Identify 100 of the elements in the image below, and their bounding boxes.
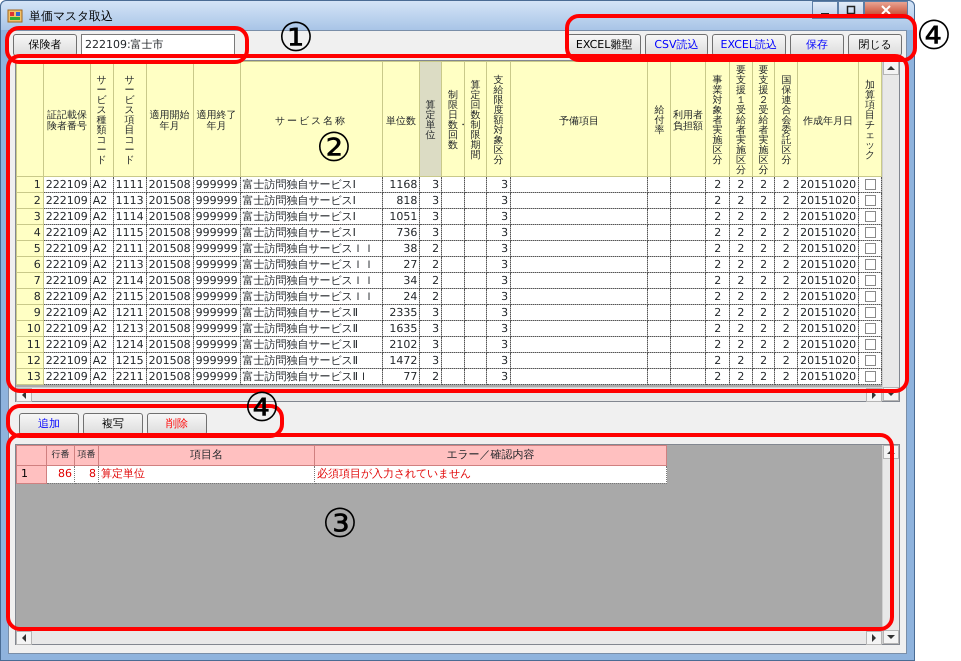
table-cell: 999999 <box>193 272 240 288</box>
checkbox[interactable] <box>864 274 876 286</box>
column-header[interactable]: エラー／確認内容 <box>314 446 666 466</box>
scroll-up-icon[interactable] <box>883 61 899 75</box>
table-cell: 20151020 <box>798 320 859 336</box>
toolbar-button[interactable]: 閉じる <box>848 34 902 56</box>
row-header-corner <box>16 446 46 466</box>
table-cell: 20151020 <box>798 176 859 192</box>
table-cell: 2 <box>730 288 752 304</box>
table-cell: 2 <box>774 192 798 208</box>
table-cell: 3 <box>486 336 511 352</box>
table-cell: 2 <box>774 224 798 240</box>
column-header[interactable]: 加算項目チェック <box>858 62 882 176</box>
table-cell: 3 <box>486 208 511 224</box>
insurer-button[interactable]: 保険者 <box>13 34 77 56</box>
scroll-left-icon[interactable] <box>16 631 32 645</box>
table-cell: 24 <box>382 288 420 304</box>
column-header[interactable]: サービス種類コード <box>90 62 114 176</box>
column-header[interactable]: 支給限度額対象区分 <box>486 62 511 176</box>
toolbar-button[interactable]: CSV読込 <box>645 34 708 56</box>
column-header[interactable]: 国保連合会委託区分 <box>774 62 798 176</box>
table-cell: 富士訪問独自サービスⅡ <box>240 320 382 336</box>
column-header[interactable]: 事業対象者実施区分 <box>706 62 730 176</box>
checkbox[interactable] <box>864 370 876 382</box>
table-cell: 1168 <box>382 176 420 192</box>
table-cell: 2111 <box>113 240 146 256</box>
column-header[interactable]: 作成年月日 <box>798 62 859 176</box>
table-cell: 1111 <box>113 176 146 192</box>
table-cell: 20151020 <box>798 272 859 288</box>
scroll-down-icon[interactable] <box>883 630 899 644</box>
table-cell: A2 <box>90 336 114 352</box>
table-cell: 222109 <box>43 288 90 304</box>
table-cell: 富士訪問独自サービスⅡ <box>240 336 382 352</box>
checkbox[interactable] <box>864 322 876 334</box>
row-action-button[interactable]: 追加 <box>19 413 79 435</box>
row-number: 8 <box>16 288 44 304</box>
table-cell: 201508 <box>146 304 194 320</box>
toolbar-button[interactable]: EXCEL読込 <box>712 34 786 56</box>
table-cell: 2 <box>706 320 730 336</box>
table-cell: A2 <box>90 352 114 368</box>
table-cell: 2 <box>706 304 730 320</box>
row-action-button[interactable]: 複写 <box>83 413 143 435</box>
table-cell: 2 <box>752 368 775 384</box>
table-cell: 3 <box>486 256 511 272</box>
table-cell: 999999 <box>193 352 240 368</box>
column-header[interactable]: 項目名 <box>98 446 314 466</box>
column-header[interactable]: 算定単位 <box>420 62 442 176</box>
column-header[interactable]: サービス項目コード <box>113 62 146 176</box>
horizontal-scrollbar[interactable] <box>16 630 882 644</box>
table-cell: 3 <box>420 224 442 240</box>
row-number: 1 <box>16 176 44 192</box>
column-header[interactable]: 証記載保険者番号 <box>43 62 90 176</box>
scroll-right-icon[interactable] <box>866 631 882 645</box>
table-cell: 2 <box>730 336 752 352</box>
table-cell: 2 <box>706 176 730 192</box>
table-cell: 2 <box>774 176 798 192</box>
table-cell: 2 <box>730 192 752 208</box>
column-header[interactable]: 要支援２受給者実施区分 <box>752 62 775 176</box>
table-cell: 富士訪問独自サービスⅠ <box>240 208 382 224</box>
table-cell: 2 <box>752 336 775 352</box>
checkbox[interactable] <box>864 242 876 254</box>
checkbox[interactable] <box>864 226 876 238</box>
checkbox[interactable] <box>864 258 876 270</box>
column-header[interactable]: 給付率 <box>648 62 671 176</box>
vertical-scrollbar[interactable] <box>882 61 899 401</box>
toolbar-button[interactable]: 保存 <box>790 34 844 56</box>
table-cell: 富士訪問独自サービスⅡ <box>240 304 382 320</box>
checkbox[interactable] <box>864 290 876 302</box>
table-cell: 222109 <box>43 240 90 256</box>
table-cell: 2 <box>730 272 752 288</box>
column-header[interactable]: 項番 <box>74 446 98 466</box>
table-cell: 3 <box>486 368 511 384</box>
row-number: 2 <box>16 192 44 208</box>
table-cell: 2 <box>752 192 775 208</box>
checkbox[interactable] <box>864 354 876 366</box>
column-header[interactable]: 制限日数・回数 <box>442 62 464 176</box>
column-header[interactable]: 適用終了年月 <box>193 62 240 176</box>
column-header[interactable]: 利用者負担額 <box>670 62 706 176</box>
column-header[interactable]: 要支援１受給者実施区分 <box>730 62 752 176</box>
table-cell: 2 <box>752 304 775 320</box>
checkbox[interactable] <box>864 306 876 318</box>
checkbox[interactable] <box>864 338 876 350</box>
table-cell: 富士訪問独自サービスⅡＩ <box>240 368 382 384</box>
table-cell: 222109 <box>43 192 90 208</box>
column-header[interactable]: 算定回数制限期間 <box>464 62 487 176</box>
table-cell: 3 <box>486 288 511 304</box>
insurer-field[interactable]: 222109:富士市 <box>81 34 235 56</box>
column-header[interactable]: 適用開始年月 <box>146 62 194 176</box>
checkbox[interactable] <box>864 194 876 206</box>
column-header[interactable]: 予備項目 <box>510 62 648 176</box>
table-cell: 20151020 <box>798 288 859 304</box>
column-header[interactable]: 単位数 <box>382 62 420 176</box>
checkbox[interactable] <box>864 178 876 190</box>
annotation-number: ① <box>278 18 314 58</box>
checkbox[interactable] <box>864 210 876 222</box>
table-cell: 富士訪問独自サービスⅠ <box>240 176 382 192</box>
table-cell: 2 <box>752 208 775 224</box>
table-cell: A2 <box>90 240 114 256</box>
column-header[interactable]: 行番 <box>46 446 74 466</box>
table-cell: 2 <box>706 224 730 240</box>
